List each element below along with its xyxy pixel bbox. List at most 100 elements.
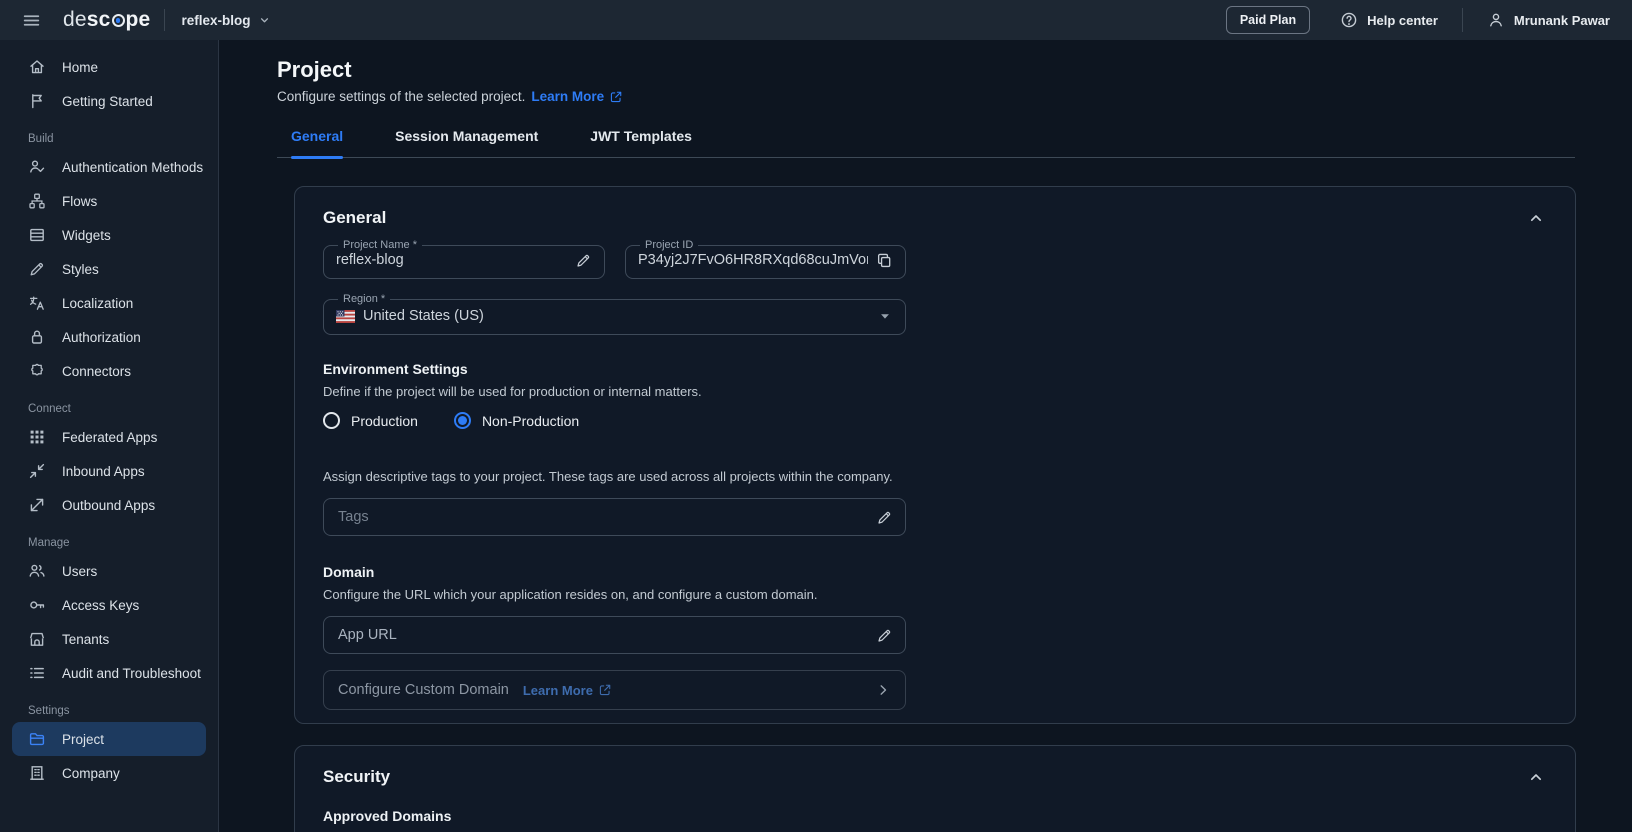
sidebar-section-settings: Settings <box>28 705 70 717</box>
sidebar-section-build: Build <box>28 133 54 145</box>
divider <box>164 9 166 31</box>
copy-project-id-button[interactable] <box>876 252 893 269</box>
person-check-icon <box>28 158 46 176</box>
environment-settings-description: Define if the project will be used for p… <box>323 384 702 399</box>
environment-settings-heading: Environment Settings <box>323 361 468 377</box>
edit-tags-button[interactable] <box>876 509 893 526</box>
project-id-label: Project ID <box>645 239 694 251</box>
learn-more-link[interactable]: Learn More <box>531 88 623 105</box>
grid-icon <box>28 428 46 446</box>
region-field[interactable]: Region * United States (US) <box>323 293 906 335</box>
descope-logo: de sc pe <box>63 8 151 31</box>
tab-bar: General Session Management JWT Templates <box>277 121 1575 159</box>
radio-circle-selected[interactable] <box>453 412 471 429</box>
sidebar-section-connect: Connect <box>28 403 71 415</box>
page-subtitle: Configure settings of the selected proje… <box>277 89 526 104</box>
chevron-up-icon <box>1527 209 1545 227</box>
sidebar-item-label: Users <box>62 563 98 579</box>
sidebar-item-styles[interactable]: Styles <box>12 252 206 286</box>
sidebar-item-project[interactable]: Project <box>12 722 206 756</box>
pencil-icon <box>28 260 46 278</box>
project-selector[interactable]: reflex-blog <box>181 13 272 28</box>
sidebar-item-authorization[interactable]: Authorization <box>12 320 206 354</box>
user-menu[interactable]: Mrunank Pawar <box>1487 11 1610 29</box>
sidebar-item-access-keys[interactable]: Access Keys <box>12 588 206 622</box>
region-label: Region * <box>343 293 386 305</box>
help-center-button[interactable]: Help center <box>1340 11 1438 29</box>
project-name-field: Project Name * <box>323 239 605 279</box>
arrows-inward-icon <box>28 462 46 480</box>
sidebar-item-company[interactable]: Company <box>12 756 206 790</box>
flag-icon <box>28 92 46 110</box>
sidebar-item-label: Flows <box>62 193 98 209</box>
help-icon <box>1340 11 1358 29</box>
building-icon <box>28 630 46 648</box>
sidebar-item-outbound-apps[interactable]: Outbound Apps <box>12 488 206 522</box>
sidebar-item-getting-started[interactable]: Getting Started <box>12 84 206 118</box>
sidebar-item-label: Styles <box>62 261 99 277</box>
sidebar-item-label: Connectors <box>62 363 132 379</box>
tab-session-management[interactable]: Session Management <box>395 121 538 157</box>
sidebar-item-users[interactable]: Users <box>12 554 206 588</box>
key-icon <box>28 596 46 614</box>
user-name: Mrunank Pawar <box>1513 12 1610 28</box>
tab-general[interactable]: General <box>291 121 344 159</box>
radio-non-production[interactable]: Non-Production <box>453 412 580 429</box>
page-title: Project <box>277 57 352 82</box>
collapse-general-button[interactable] <box>1525 207 1547 229</box>
radio-label: Non-Production <box>481 412 580 429</box>
external-link-icon <box>609 90 623 104</box>
approved-domains-heading: Approved Domains <box>323 808 452 824</box>
sidebar-item-label: Outbound Apps <box>62 497 156 513</box>
sidebar-item-label: Authorization <box>62 329 141 345</box>
sidebar-item-label: Widgets <box>62 227 111 243</box>
tab-jwt-templates[interactable]: JWT Templates <box>590 121 692 157</box>
tags-input[interactable] <box>336 508 868 526</box>
user-icon <box>1487 11 1505 29</box>
sidebar-item-federated-apps[interactable]: Federated Apps <box>12 420 206 454</box>
collapse-security-button[interactable] <box>1525 766 1547 788</box>
sidebar-item-label: Getting Started <box>62 93 153 109</box>
sidebar-item-inbound-apps[interactable]: Inbound Apps <box>12 454 206 488</box>
custom-domain-learn-more-link[interactable]: Learn More <box>523 683 612 698</box>
company-icon <box>28 764 46 782</box>
hamburger-menu-icon[interactable] <box>22 11 41 30</box>
custom-domain-label: Configure Custom Domain <box>338 682 509 698</box>
radio-production[interactable]: Production <box>323 412 418 429</box>
configure-custom-domain-row[interactable]: Configure Custom Domain Learn More <box>323 670 906 710</box>
sidebar-item-label: Home <box>62 59 99 75</box>
pencil-icon <box>876 509 893 526</box>
translate-icon <box>28 294 46 312</box>
edit-project-name-button[interactable] <box>575 252 592 269</box>
project-id-field: Project ID <box>625 239 906 279</box>
tags-description: Assign descriptive tags to your project.… <box>323 469 893 484</box>
project-name-label: Project Name * <box>343 239 417 251</box>
general-card: General Project Name * Project ID <box>294 186 1576 724</box>
domain-heading: Domain <box>323 564 375 580</box>
region-value: United States (US) <box>363 308 484 324</box>
app-url-input[interactable] <box>336 626 868 644</box>
sidebar-item-authentication-methods[interactable]: Authentication Methods <box>12 150 206 184</box>
project-id-input[interactable] <box>638 251 868 270</box>
copy-icon <box>876 252 893 269</box>
sidebar-item-audit-and-troubleshoot[interactable]: Audit and Troubleshoot <box>12 656 206 690</box>
sidebar-section-manage: Manage <box>28 537 70 549</box>
project-selector-label: reflex-blog <box>181 12 251 28</box>
sidebar-item-widgets[interactable]: Widgets <box>12 218 206 252</box>
sidebar-item-flows[interactable]: Flows <box>12 184 206 218</box>
sidebar-item-localization[interactable]: Localization <box>12 286 206 320</box>
sidebar-item-tenants[interactable]: Tenants <box>12 622 206 656</box>
list-icon <box>28 664 46 682</box>
radio-circle[interactable] <box>323 412 340 429</box>
edit-app-url-button[interactable] <box>876 627 893 644</box>
users-icon <box>28 562 46 580</box>
sidebar-item-label: Authentication Methods <box>62 159 204 175</box>
us-flag-icon <box>336 310 355 323</box>
dropdown-caret-icon[interactable] <box>877 308 893 324</box>
sidebar-item-connectors[interactable]: Connectors <box>12 354 206 388</box>
sidebar-item-label: Audit and Troubleshoot <box>62 665 201 681</box>
security-card: Security Approved Domains List of approv… <box>294 745 1576 832</box>
project-name-input[interactable] <box>336 251 567 270</box>
sidebar-item-home[interactable]: Home <box>12 50 206 84</box>
paid-plan-button[interactable]: Paid Plan <box>1225 6 1311 34</box>
